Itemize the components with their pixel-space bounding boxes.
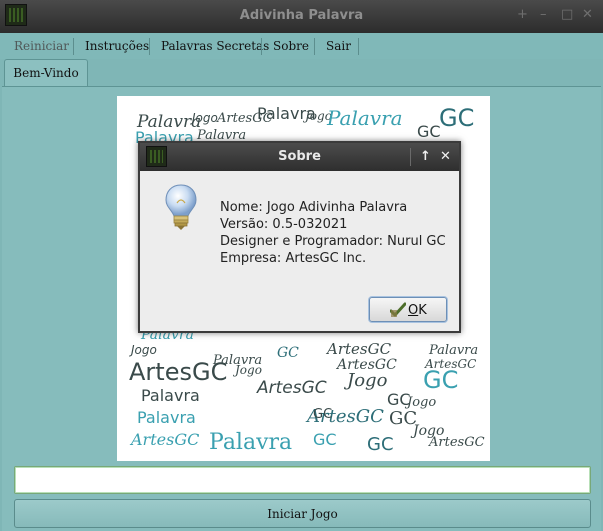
dialog-title: Sobre xyxy=(278,149,321,164)
tab-bem-vindo[interactable]: Bem-Vindo xyxy=(4,59,88,88)
word-input[interactable] xyxy=(14,466,591,494)
menu-separator xyxy=(149,38,150,55)
lightbulb-icon xyxy=(165,184,197,230)
ok-button[interactable]: OK xyxy=(369,297,447,322)
dialog-pin-button[interactable]: ↑ xyxy=(420,149,431,165)
wordcloud-word: Jogo xyxy=(407,395,437,410)
close-window-button[interactable]: ✕ xyxy=(582,7,593,23)
wordcloud-word: ArtesGC xyxy=(257,378,327,398)
wordcloud-word: Palavra xyxy=(137,408,196,427)
wordcloud-word: Jogo xyxy=(131,343,157,357)
tab-bar: Bem-Vindo xyxy=(0,59,603,88)
dialog-close-button[interactable]: ✕ xyxy=(440,149,451,165)
info-nome: Nome: Jogo Adivinha Palavra xyxy=(220,200,408,215)
menu-separator xyxy=(358,38,359,55)
maximize-button[interactable]: □ xyxy=(561,7,573,23)
menu-palavras-secretas[interactable]: Palavras Secretas xyxy=(161,39,269,53)
wordcloud-word: GC xyxy=(423,366,459,394)
wordcloud-word: GC xyxy=(313,430,337,449)
dialog-titlebar[interactable]: Sobre ↑ ✕ xyxy=(140,143,459,171)
wordcloud-word: Jogo xyxy=(413,423,445,439)
wordcloud-word: ArtesGC xyxy=(129,358,228,386)
wordcloud-word: Palavra xyxy=(141,386,200,405)
menubar: Reiniciar Instruções Palavras Secretas S… xyxy=(0,33,603,59)
wordcloud-word: Palavra xyxy=(327,106,403,130)
dialog-control-separator xyxy=(410,148,411,166)
wordcloud-word: Jogo xyxy=(347,370,388,391)
menu-separator xyxy=(314,38,315,55)
wordcloud-word: GC xyxy=(439,104,475,132)
ok-check-icon xyxy=(390,302,406,317)
wordcloud-word: GC xyxy=(313,407,333,422)
iniciar-jogo-button[interactable]: Iniciar Jogo xyxy=(14,499,591,528)
pin-window-button[interactable]: + xyxy=(517,7,528,23)
wordcloud-word: Jogo xyxy=(192,111,218,125)
window-title: Adivinha Palavra xyxy=(239,8,364,23)
sobre-dialog: Sobre ↑ ✕ Nome: Jogo Adivinha Palavra Ve… xyxy=(138,141,461,333)
menu-separator xyxy=(73,38,74,55)
menu-sair[interactable]: Sair xyxy=(326,39,351,53)
wordcloud-word: Palavra xyxy=(209,430,293,455)
menu-sobre[interactable]: Sobre xyxy=(273,39,309,53)
wordcloud-word: GC xyxy=(417,122,441,141)
dialog-message: Nome: Jogo Adivinha Palavra Versão: 0.5-… xyxy=(220,199,446,267)
menu-reiniciar[interactable]: Reiniciar xyxy=(14,39,69,53)
info-versao: Versão: 0.5-032021 xyxy=(220,217,348,232)
info-designer: Designer e Programador: Nurul GC xyxy=(220,234,446,249)
menu-instrucoes[interactable]: Instruções xyxy=(85,39,149,53)
wordcloud-word: GC xyxy=(367,434,394,455)
minimize-button[interactable]: – xyxy=(540,7,547,23)
wordcloud-word: Jogo xyxy=(235,363,262,377)
menu-separator xyxy=(261,38,262,55)
info-empresa: Empresa: ArtesGC Inc. xyxy=(220,251,367,266)
window-titlebar[interactable]: Adivinha Palavra + – □ ✕ xyxy=(0,0,603,33)
wordcloud-word: ArtesGC xyxy=(131,430,200,449)
wordcloud-word: ArtesGC xyxy=(327,340,392,358)
ok-label: OK xyxy=(408,303,427,318)
wordcloud-word: GC xyxy=(277,345,299,361)
wordcloud-word: Palavra xyxy=(429,343,479,358)
